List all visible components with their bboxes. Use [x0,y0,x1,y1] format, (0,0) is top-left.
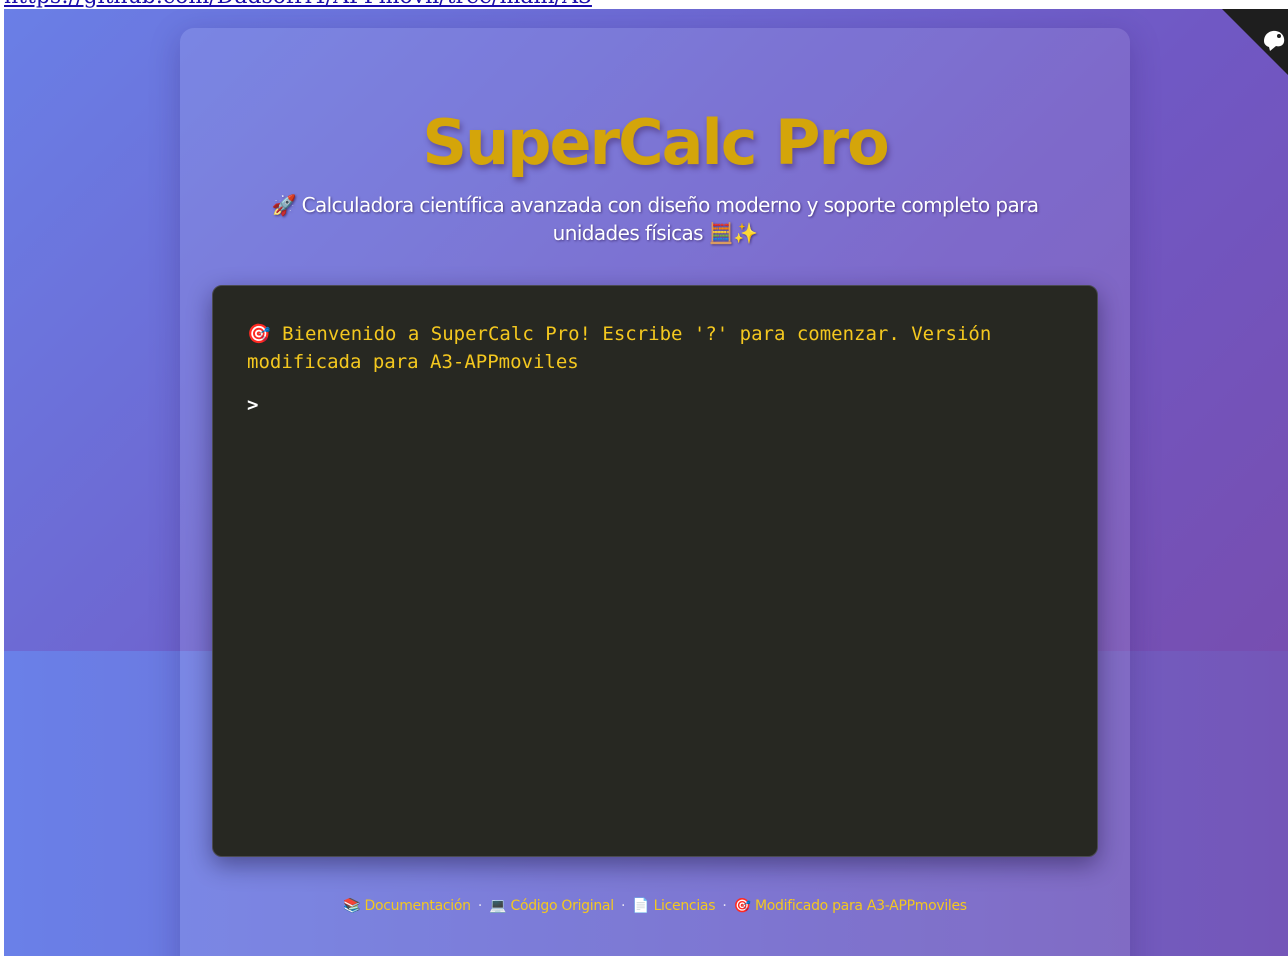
footer-links: 📚 Documentación · 💻 Código Original · 📄 … [180,898,1130,914]
modified-for-link[interactable]: Modificado para A3-APPmoviles [755,898,967,914]
page-subtitle: 🚀 Calculadora científica avanzada con di… [271,193,1040,245]
calculator-terminal[interactable]: 🎯 Bienvenido a SuperCalc Pro! Escribe '?… [212,285,1098,857]
books-icon: 📚 [343,898,361,914]
footer-separator: · [722,898,727,914]
footer-separator: · [620,898,626,914]
documentation-link[interactable]: Documentación [364,898,471,914]
licenses-link[interactable]: Licencias [654,898,716,914]
original-code-link[interactable]: Código Original [510,898,614,914]
octocat-icon[interactable] [1260,27,1286,53]
footer-separator: · [477,898,483,914]
target-icon: 🎯 [733,898,751,914]
terminal-welcome-message: 🎯 Bienvenido a SuperCalc Pro! Escribe '?… [247,323,992,373]
document-icon: 📄 [632,898,650,914]
terminal-prompt[interactable]: > [247,394,258,416]
page-title: SuperCalc Pro [422,106,889,179]
page-background: SuperCalc Pro 🚀 Calculadora científica a… [4,9,1288,956]
main-card: SuperCalc Pro 🚀 Calculadora científica a… [180,28,1130,956]
laptop-icon: 💻 [489,898,507,914]
github-url-link[interactable]: https://github.com/Dadsofri4/APPmovil/tr… [4,0,592,8]
